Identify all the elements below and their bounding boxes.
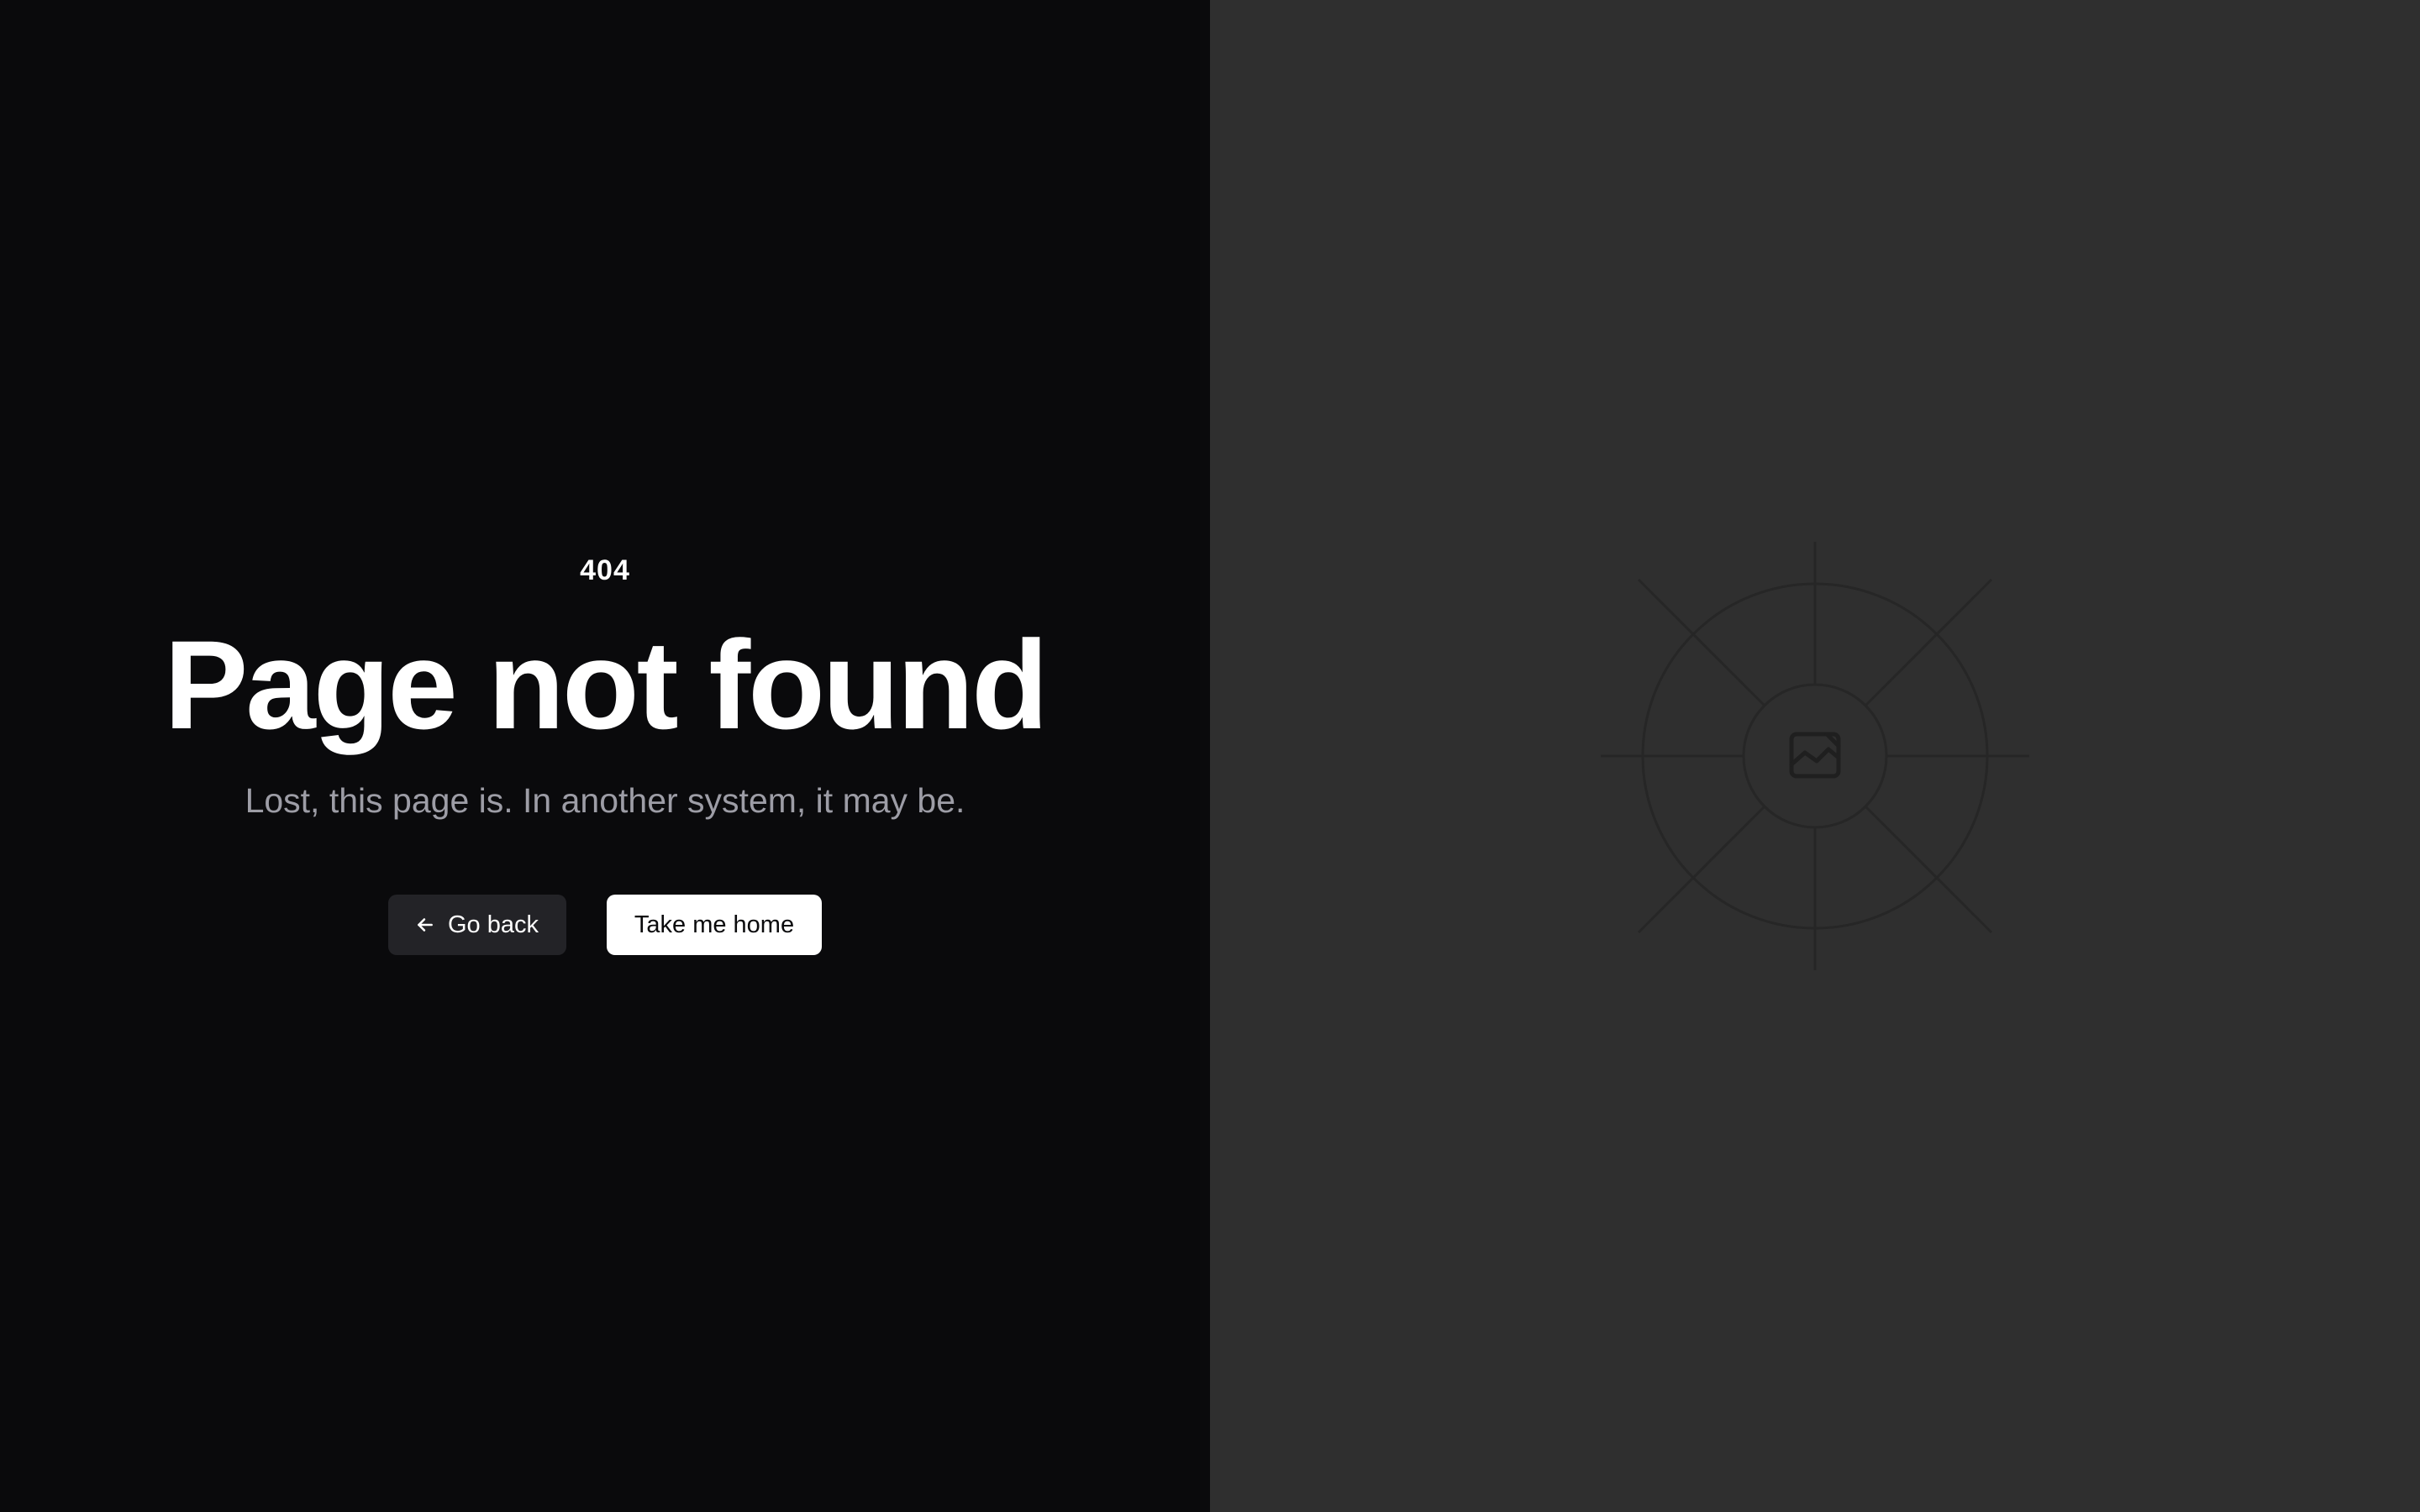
take-me-home-label: Take me home	[634, 911, 795, 938]
image-placeholder-panel	[1210, 0, 2420, 1512]
go-back-button[interactable]: Go back	[388, 895, 566, 955]
error-message: Lost, this page is. In another system, i…	[245, 781, 965, 820]
page-title: Page not found	[164, 614, 1049, 755]
error-code: 404	[580, 554, 630, 586]
placeholder-graphic	[1601, 542, 2029, 970]
take-me-home-button[interactable]: Take me home	[607, 895, 822, 955]
error-actions: Go back Take me home	[388, 895, 822, 955]
error-content-panel: 404 Page not found Lost, this page is. I…	[0, 0, 1210, 1512]
error-page: 404 Page not found Lost, this page is. I…	[0, 0, 2420, 1512]
go-back-label: Go back	[448, 911, 539, 938]
image-placeholder-icon	[1789, 732, 1841, 779]
arrow-left-icon	[414, 914, 436, 936]
